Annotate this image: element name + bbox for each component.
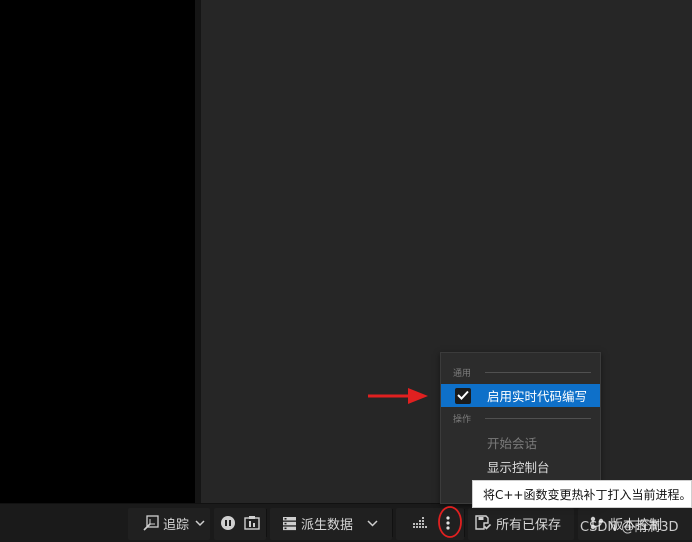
menu-section-actions: 操作 xyxy=(453,412,591,425)
show-console-item[interactable]: 显示控制台 xyxy=(441,455,600,478)
save-all-label: 所有已保存 xyxy=(496,517,562,533)
start-session-label: 开始会话 xyxy=(487,436,538,451)
derived-data-label: 派生数据 xyxy=(301,517,354,533)
annotation-arrow-icon xyxy=(366,386,430,410)
checkmark-icon xyxy=(457,388,469,403)
menu-section-actions-label: 操作 xyxy=(453,414,472,425)
live-coding-button[interactable] xyxy=(411,505,427,541)
save-check-icon xyxy=(475,515,491,531)
save-all-button[interactable]: 所有已保存 xyxy=(475,505,561,541)
tooltip-text: 将C++函数变更热补丁打入当前进程。 xyxy=(483,487,692,502)
screenshot-button[interactable] xyxy=(244,505,260,541)
database-icon xyxy=(282,516,297,531)
toolbar-divider xyxy=(266,509,267,537)
derived-data-dropdown[interactable] xyxy=(367,505,378,541)
annotation-circle-icon xyxy=(437,505,463,542)
trace-icon xyxy=(143,515,160,531)
record-trace-button[interactable] xyxy=(220,505,236,541)
trace-button[interactable]: 追踪 xyxy=(143,505,205,541)
trace-label: 追踪 xyxy=(163,517,190,533)
menu-section-divider xyxy=(485,417,591,419)
record-icon xyxy=(220,515,236,531)
chevron-down-icon xyxy=(367,519,378,527)
menu-section-general: 通用 xyxy=(453,366,591,379)
hot-patch-tooltip: 将C++函数变更热补丁打入当前进程。 xyxy=(472,480,692,508)
toolbar-divider xyxy=(464,509,465,537)
chevron-down-icon xyxy=(195,519,205,527)
left-viewport-panel xyxy=(0,0,195,503)
editor-window: 追踪 派生数据 所有已保存 版本控制 通用 启用实时代码编写 操作 开始会话 显… xyxy=(0,0,692,542)
enable-live-coding-item[interactable]: 启用实时代码编写 xyxy=(441,384,600,407)
enable-live-coding-label: 启用实时代码编写 xyxy=(487,389,588,404)
toolbar-divider xyxy=(392,509,393,537)
start-session-item[interactable]: 开始会话 xyxy=(441,431,600,454)
show-console-label: 显示控制台 xyxy=(487,460,550,475)
enable-live-coding-checkbox[interactable] xyxy=(455,387,471,404)
derived-data-button[interactable]: 派生数据 xyxy=(282,505,353,541)
camera-icon xyxy=(244,515,260,531)
watermark: CSDN @雨滴3D xyxy=(580,520,679,535)
live-coding-icon xyxy=(411,516,427,530)
menu-section-divider xyxy=(485,371,591,373)
menu-section-general-label: 通用 xyxy=(453,368,472,379)
